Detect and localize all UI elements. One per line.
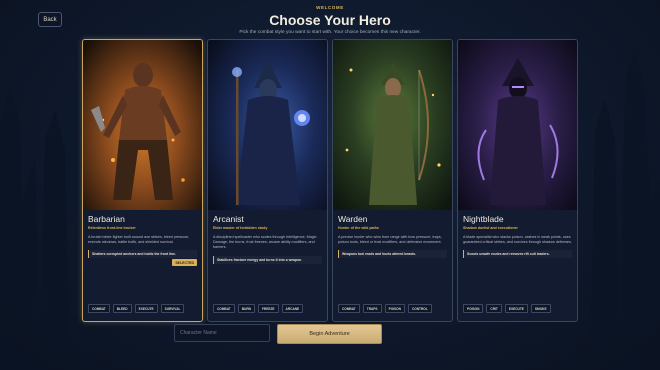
hero-name: Arcanist bbox=[213, 214, 244, 224]
hero-card-nightblade[interactable]: Nightblade Shadow duelist and executione… bbox=[457, 39, 578, 322]
page-subtitle: Pick the combat style you want to start … bbox=[239, 30, 421, 35]
hero-tags: POISON CRIT EXECUTE SMOKE bbox=[463, 304, 551, 313]
hero-tag: COMBAT bbox=[88, 304, 110, 313]
hero-tag: COMBAT bbox=[213, 304, 235, 313]
hero-tag: POISON bbox=[384, 304, 405, 313]
hero-tagline: Shadow duelist and executioner bbox=[463, 226, 518, 230]
welcome-eyebrow: WELCOME bbox=[316, 5, 344, 10]
hero-note: Scouts unsafe routes and removes rift cu… bbox=[463, 250, 572, 259]
selected-badge: SELECTED bbox=[172, 259, 197, 266]
hero-tag: POISON bbox=[463, 304, 484, 313]
hero-tag: BLEED bbox=[112, 304, 132, 313]
hero-description: A precise hunter who wins from range wit… bbox=[338, 235, 442, 245]
hero-cards: SELECTED Barbarian Relentless front-line… bbox=[82, 39, 578, 322]
hero-tag: SURVIVAL bbox=[160, 304, 185, 313]
hero-tag: COMBAT bbox=[338, 304, 360, 313]
hero-tag: EXECUTE bbox=[504, 304, 528, 313]
hero-tags: COMBAT BURN FREEZE ARCANE bbox=[213, 304, 304, 313]
hero-tags: COMBAT TRAPS POISON CONTROL bbox=[338, 304, 432, 313]
hero-description: A brutal melee fighter built around axe … bbox=[88, 235, 190, 245]
hero-tag: TRAPS bbox=[362, 304, 382, 313]
hero-tagline: Relentless front-line bruiser bbox=[88, 226, 136, 230]
character-name-input[interactable] bbox=[174, 324, 270, 342]
hero-description: A disciplined spellcaster who scales thr… bbox=[213, 235, 317, 250]
hero-name: Nightblade bbox=[463, 214, 504, 224]
hero-tagline: Elder master of forbidden study bbox=[213, 226, 268, 230]
hero-note: Stabilizes fracture energy and turns it … bbox=[213, 255, 322, 264]
hero-portrait bbox=[83, 40, 202, 210]
hero-note: Weapons tool reads and hunts altered bea… bbox=[338, 250, 447, 259]
hero-card-barbarian[interactable]: SELECTED Barbarian Relentless front-line… bbox=[82, 39, 203, 322]
hero-tag: ARCANE bbox=[281, 304, 304, 313]
hero-tag: CONTROL bbox=[407, 304, 432, 313]
hero-name: Warden bbox=[338, 214, 368, 224]
hero-tag: EXECUTE bbox=[134, 304, 158, 313]
hero-tag: SMOKE bbox=[530, 304, 551, 313]
hero-tag: CRIT bbox=[486, 304, 502, 313]
hero-tagline: Hunter of the wild paths bbox=[338, 226, 379, 230]
page-header: WELCOME Choose Your Hero Pick the combat… bbox=[0, 5, 660, 35]
hero-name: Barbarian bbox=[88, 214, 125, 224]
hero-note: Shatters corrupted anchors and holds the… bbox=[88, 250, 197, 259]
hero-tag: FREEZE bbox=[257, 304, 279, 313]
begin-adventure-button[interactable]: Begin Adventure bbox=[277, 324, 382, 344]
hero-tags: COMBAT BLEED EXECUTE SURVIVAL bbox=[88, 304, 185, 313]
page-title: Choose Your Hero bbox=[269, 12, 391, 28]
hero-card-warden[interactable]: Warden Hunter of the wild paths A precis… bbox=[332, 39, 453, 322]
hero-description: A blade specialist who stacks poison, ca… bbox=[463, 235, 572, 245]
hero-portrait bbox=[458, 40, 577, 210]
hero-card-arcanist[interactable]: Arcanist Elder master of forbidden study… bbox=[207, 39, 328, 322]
hero-portrait bbox=[208, 40, 327, 210]
hero-tag: BURN bbox=[237, 304, 255, 313]
hero-portrait bbox=[333, 40, 452, 210]
